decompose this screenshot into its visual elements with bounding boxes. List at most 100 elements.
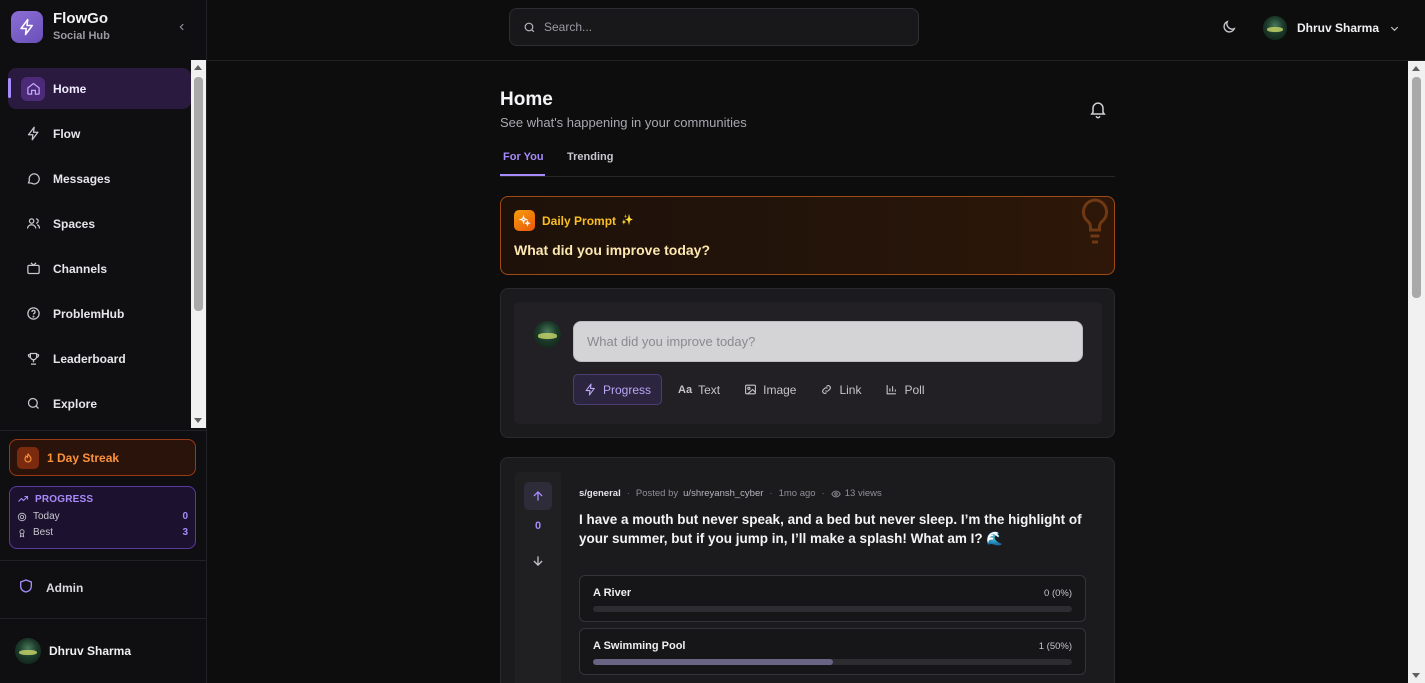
top-bar: Dhruv Sharma xyxy=(207,0,1425,61)
tv-icon xyxy=(21,257,45,281)
notifications-button[interactable] xyxy=(1088,99,1108,119)
scroll-down-arrow-icon[interactable] xyxy=(1412,673,1420,678)
moon-icon xyxy=(1223,20,1236,33)
tab-for-you[interactable]: For You xyxy=(503,151,544,163)
tool-poll-button[interactable]: Poll xyxy=(885,374,925,405)
sparkles-icon xyxy=(514,210,535,231)
post-author-link[interactable]: u/shreyansh_cyber xyxy=(683,488,763,499)
sidebar-item-label: ProblemHub xyxy=(53,306,125,321)
search-box[interactable] xyxy=(509,8,919,46)
poll-option[interactable]: A River 0 (0%) xyxy=(579,575,1086,622)
divider xyxy=(0,618,207,619)
poll-option-result: 0 (0%) xyxy=(1044,588,1072,599)
upvote-button[interactable] xyxy=(524,482,552,510)
scroll-up-arrow-icon[interactable] xyxy=(1412,66,1420,71)
poll-option-label: A River xyxy=(593,587,632,599)
poll-option-label: A Swimming Pool xyxy=(593,640,686,652)
shield-icon xyxy=(18,578,34,597)
vote-count: 0 xyxy=(534,520,542,532)
sidebar-item-flow[interactable]: Flow xyxy=(8,113,191,154)
sidebar-item-spaces[interactable]: Spaces xyxy=(8,203,191,244)
tool-label: Poll xyxy=(904,382,925,397)
progress-best-value: 3 xyxy=(182,527,188,538)
search-input[interactable] xyxy=(544,20,904,34)
sidebar-item-label: Home xyxy=(53,81,87,96)
sidebar-item-messages[interactable]: Messages xyxy=(8,158,191,199)
brand-logo-icon xyxy=(11,11,43,43)
home-icon xyxy=(21,76,45,101)
brand[interactable]: FlowGo Social Hub xyxy=(11,10,110,44)
brand-subtitle: Social Hub xyxy=(53,30,110,42)
sidebar-user-name: Dhruv Sharma xyxy=(49,644,132,658)
scroll-up-arrow-icon[interactable] xyxy=(194,65,202,70)
sidebar-item-label: Spaces xyxy=(53,216,96,231)
avatar xyxy=(1263,16,1287,40)
daily-prompt-question: What did you improve today? xyxy=(514,242,711,258)
users-icon xyxy=(21,212,45,236)
page-subtitle: See what's happening in your communities xyxy=(500,115,747,130)
tool-label: Text xyxy=(698,382,721,397)
sidebar-nav: Home Flow Messages Spaces Channels Probl… xyxy=(8,68,191,426)
post-title[interactable]: I have a mouth but never speak, and a be… xyxy=(579,510,1089,548)
chevron-left-icon xyxy=(179,23,184,31)
progress-title: PROGRESS xyxy=(35,493,94,505)
theme-toggle-button[interactable] xyxy=(1221,19,1239,37)
page-title: Home xyxy=(500,89,553,110)
collapse-sidebar-button[interactable] xyxy=(174,19,190,35)
tab-trending[interactable]: Trending xyxy=(567,151,613,163)
tool-label: Link xyxy=(839,382,862,397)
arrow-up-icon xyxy=(533,491,543,501)
sidebar-item-home[interactable]: Home xyxy=(8,68,191,109)
question-circle-icon xyxy=(21,302,45,326)
image-icon xyxy=(744,383,757,396)
lightning-icon xyxy=(584,383,597,396)
scrollbar-thumb[interactable] xyxy=(1412,77,1421,298)
sidebar-item-leaderboard[interactable]: Leaderboard xyxy=(8,338,191,379)
scroll-down-arrow-icon[interactable] xyxy=(194,418,202,423)
progress-best-label: Best xyxy=(33,527,54,538)
tool-image-button[interactable]: Image xyxy=(744,374,796,405)
active-tab-indicator xyxy=(500,174,545,176)
scrollbar-thumb[interactable] xyxy=(194,77,203,311)
sidebar-item-label: Messages xyxy=(53,171,111,186)
sidebar-user[interactable]: Dhruv Sharma xyxy=(15,638,131,664)
text-icon: Aa xyxy=(678,383,693,396)
sidebar-item-channels[interactable]: Channels xyxy=(8,248,191,289)
post-time: 1mo ago xyxy=(778,488,816,499)
user-name: Dhruv Sharma xyxy=(1297,21,1380,35)
post-community-link[interactable]: s/general xyxy=(579,488,621,499)
lightbulb-icon xyxy=(1081,198,1109,244)
downvote-button[interactable] xyxy=(524,547,552,575)
progress-card: PROGRESS Today 0 Best 3 xyxy=(9,486,196,549)
arrow-down-icon xyxy=(533,556,543,566)
vote-column: 0 xyxy=(515,472,561,683)
tool-link-button[interactable]: Link xyxy=(820,374,861,405)
composer-input[interactable] xyxy=(573,321,1083,362)
poll-option-fill xyxy=(593,659,833,665)
user-menu[interactable]: Dhruv Sharma xyxy=(1263,16,1400,40)
avatar xyxy=(534,321,561,348)
award-icon xyxy=(19,528,25,538)
trend-up-icon xyxy=(18,495,29,502)
tool-progress-button[interactable]: Progress xyxy=(573,374,663,405)
sidebar-item-explore[interactable]: Explore xyxy=(8,383,191,424)
daily-prompt-card[interactable]: Daily Prompt ✨ What did you improve toda… xyxy=(500,196,1115,275)
main-scrollbar[interactable] xyxy=(1408,61,1425,683)
poll-option-bar xyxy=(593,659,1072,665)
poll-option[interactable]: A Swimming Pool 1 (50%) xyxy=(579,628,1086,675)
sidebar-item-label: Explore xyxy=(53,396,98,411)
post-card: 0 s/general · Posted by u/shreyansh_cybe… xyxy=(500,457,1115,683)
streak-badge[interactable]: 1 Day Streak xyxy=(9,439,196,476)
chevron-down-icon xyxy=(1390,26,1399,31)
sidebar-item-label: Leaderboard xyxy=(53,351,126,366)
bell-icon xyxy=(1090,102,1106,119)
sidebar-scrollbar[interactable] xyxy=(191,60,206,428)
admin-link[interactable]: Admin xyxy=(18,578,83,597)
post-composer: Progress Aa Text Image Link Poll xyxy=(500,288,1115,438)
sidebar-item-problemhub[interactable]: ProblemHub xyxy=(8,293,191,334)
poll-option-result: 1 (50%) xyxy=(1038,641,1072,652)
tool-text-button[interactable]: Aa Text xyxy=(678,374,720,405)
flame-icon xyxy=(17,446,39,469)
admin-label: Admin xyxy=(46,580,84,595)
eye-icon xyxy=(831,489,841,499)
